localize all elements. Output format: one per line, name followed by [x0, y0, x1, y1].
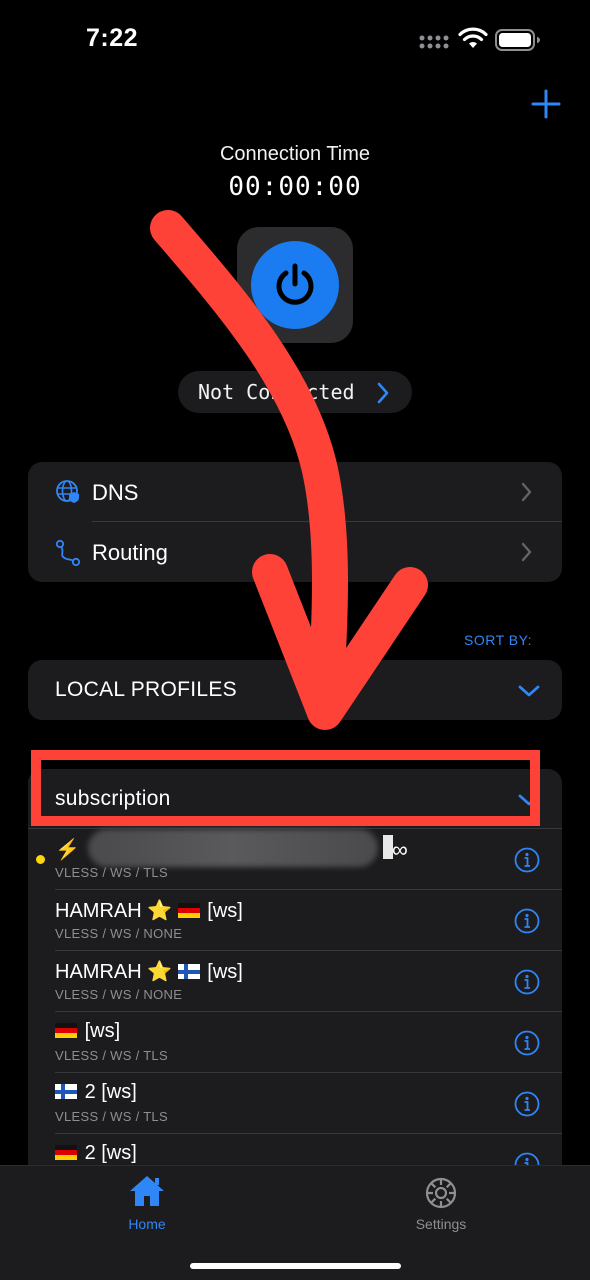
profile-tag: [ws] [207, 900, 243, 922]
chevron-right-icon [377, 382, 389, 404]
connection-time-label: Connection Time [219, 143, 371, 165]
profile-name: HAMRAH ⭐ [55, 900, 173, 922]
tab-settings-label: Settings [415, 1216, 467, 1232]
info-icon[interactable] [514, 908, 540, 934]
power-icon [276, 263, 314, 305]
power-tile [237, 227, 353, 343]
profile-row[interactable]: HAMRAH ⭐ [ws] VLESS / WS / NONE [28, 951, 562, 1012]
status-time: 7:22 [86, 24, 139, 52]
finland-flag-icon [177, 964, 200, 979]
settings-row-dns[interactable]: DNS [28, 462, 562, 522]
annotation-highlight-box [31, 750, 540, 826]
battery-icon [495, 29, 540, 51]
sort-by-button[interactable]: SORT BY: [464, 632, 532, 648]
profile-name: HAMRAH ⭐ [55, 961, 173, 983]
settings-card: DNS Routing [28, 462, 562, 582]
local-profiles-label: LOCAL PROFILES [55, 678, 237, 701]
tab-home-label: Home [128, 1216, 166, 1232]
wifi-icon [458, 27, 488, 48]
home-icon [130, 1176, 164, 1206]
chevron-right-icon [521, 482, 532, 502]
profile-tag: [ws] [84, 1020, 121, 1042]
profile-title: ⚡ [55, 837, 80, 862]
infinity-symbol: ∞ [392, 837, 408, 862]
germany-flag-icon [177, 903, 200, 918]
profile-title: [ws] [55, 1020, 120, 1043]
active-indicator [36, 855, 45, 864]
redacted-name [88, 829, 378, 867]
profile-row[interactable]: ⚡ ∞ VLESS / WS / TLS [28, 829, 562, 890]
profile-protocol: VLESS / WS / TLS [55, 1109, 168, 1124]
profile-protocol: VLESS / WS / TLS [55, 865, 168, 880]
germany-flag-icon [55, 1145, 77, 1160]
profile-tag: 2 [ws] [84, 1142, 137, 1164]
dns-label: DNS [92, 480, 139, 505]
profile-title: 2 [ws] [55, 1081, 137, 1104]
chevron-right-icon [521, 542, 532, 562]
profile-title: HAMRAH ⭐ [ws] [55, 959, 243, 984]
cellular-icon [419, 35, 449, 49]
profile-row[interactable]: 2 [ws] VLESS / WS / TLS [28, 1073, 562, 1134]
connection-status-pill[interactable]: Not Connected [178, 371, 412, 413]
profile-tag: 2 [ws] [84, 1081, 137, 1103]
local-profiles-group[interactable]: LOCAL PROFILES [28, 660, 562, 720]
add-button[interactable] [528, 86, 564, 122]
chevron-down-icon [518, 685, 540, 697]
info-icon[interactable] [514, 1091, 540, 1117]
lightning-emoji: ⚡ [55, 839, 80, 861]
connection-timer: 00:00:00 [228, 172, 362, 202]
globe-shield-icon [56, 480, 79, 503]
finland-flag-icon [55, 1084, 77, 1099]
routing-path-icon [55, 539, 81, 567]
germany-flag-icon [55, 1023, 77, 1038]
profile-protocol: VLESS / WS / TLS [55, 1048, 168, 1063]
tab-settings[interactable]: Settings [381, 1174, 501, 1244]
connection-status-text: Not Connected [198, 380, 355, 404]
status-bar: 7:22 [0, 0, 590, 80]
info-icon[interactable] [514, 969, 540, 995]
profile-protocol: VLESS / WS / NONE [55, 987, 183, 1002]
profile-row[interactable]: [ws] VLESS / WS / TLS [28, 1012, 562, 1073]
profile-protocol: VLESS / WS / NONE [55, 926, 183, 941]
gear-icon [425, 1177, 457, 1209]
routing-label: Routing [92, 540, 168, 565]
tab-home[interactable]: Home [87, 1174, 207, 1244]
settings-row-routing[interactable]: Routing [28, 522, 562, 582]
profile-title: 2 [ws] [55, 1142, 137, 1165]
profile-row[interactable]: HAMRAH ⭐ [ws] VLESS / WS / NONE [28, 890, 562, 951]
power-button[interactable] [251, 241, 339, 329]
profile-tag: [ws] [207, 961, 243, 983]
info-icon[interactable] [514, 1030, 540, 1056]
info-icon[interactable] [514, 847, 540, 873]
home-indicator [190, 1263, 401, 1269]
profile-title: HAMRAH ⭐ [ws] [55, 898, 243, 923]
